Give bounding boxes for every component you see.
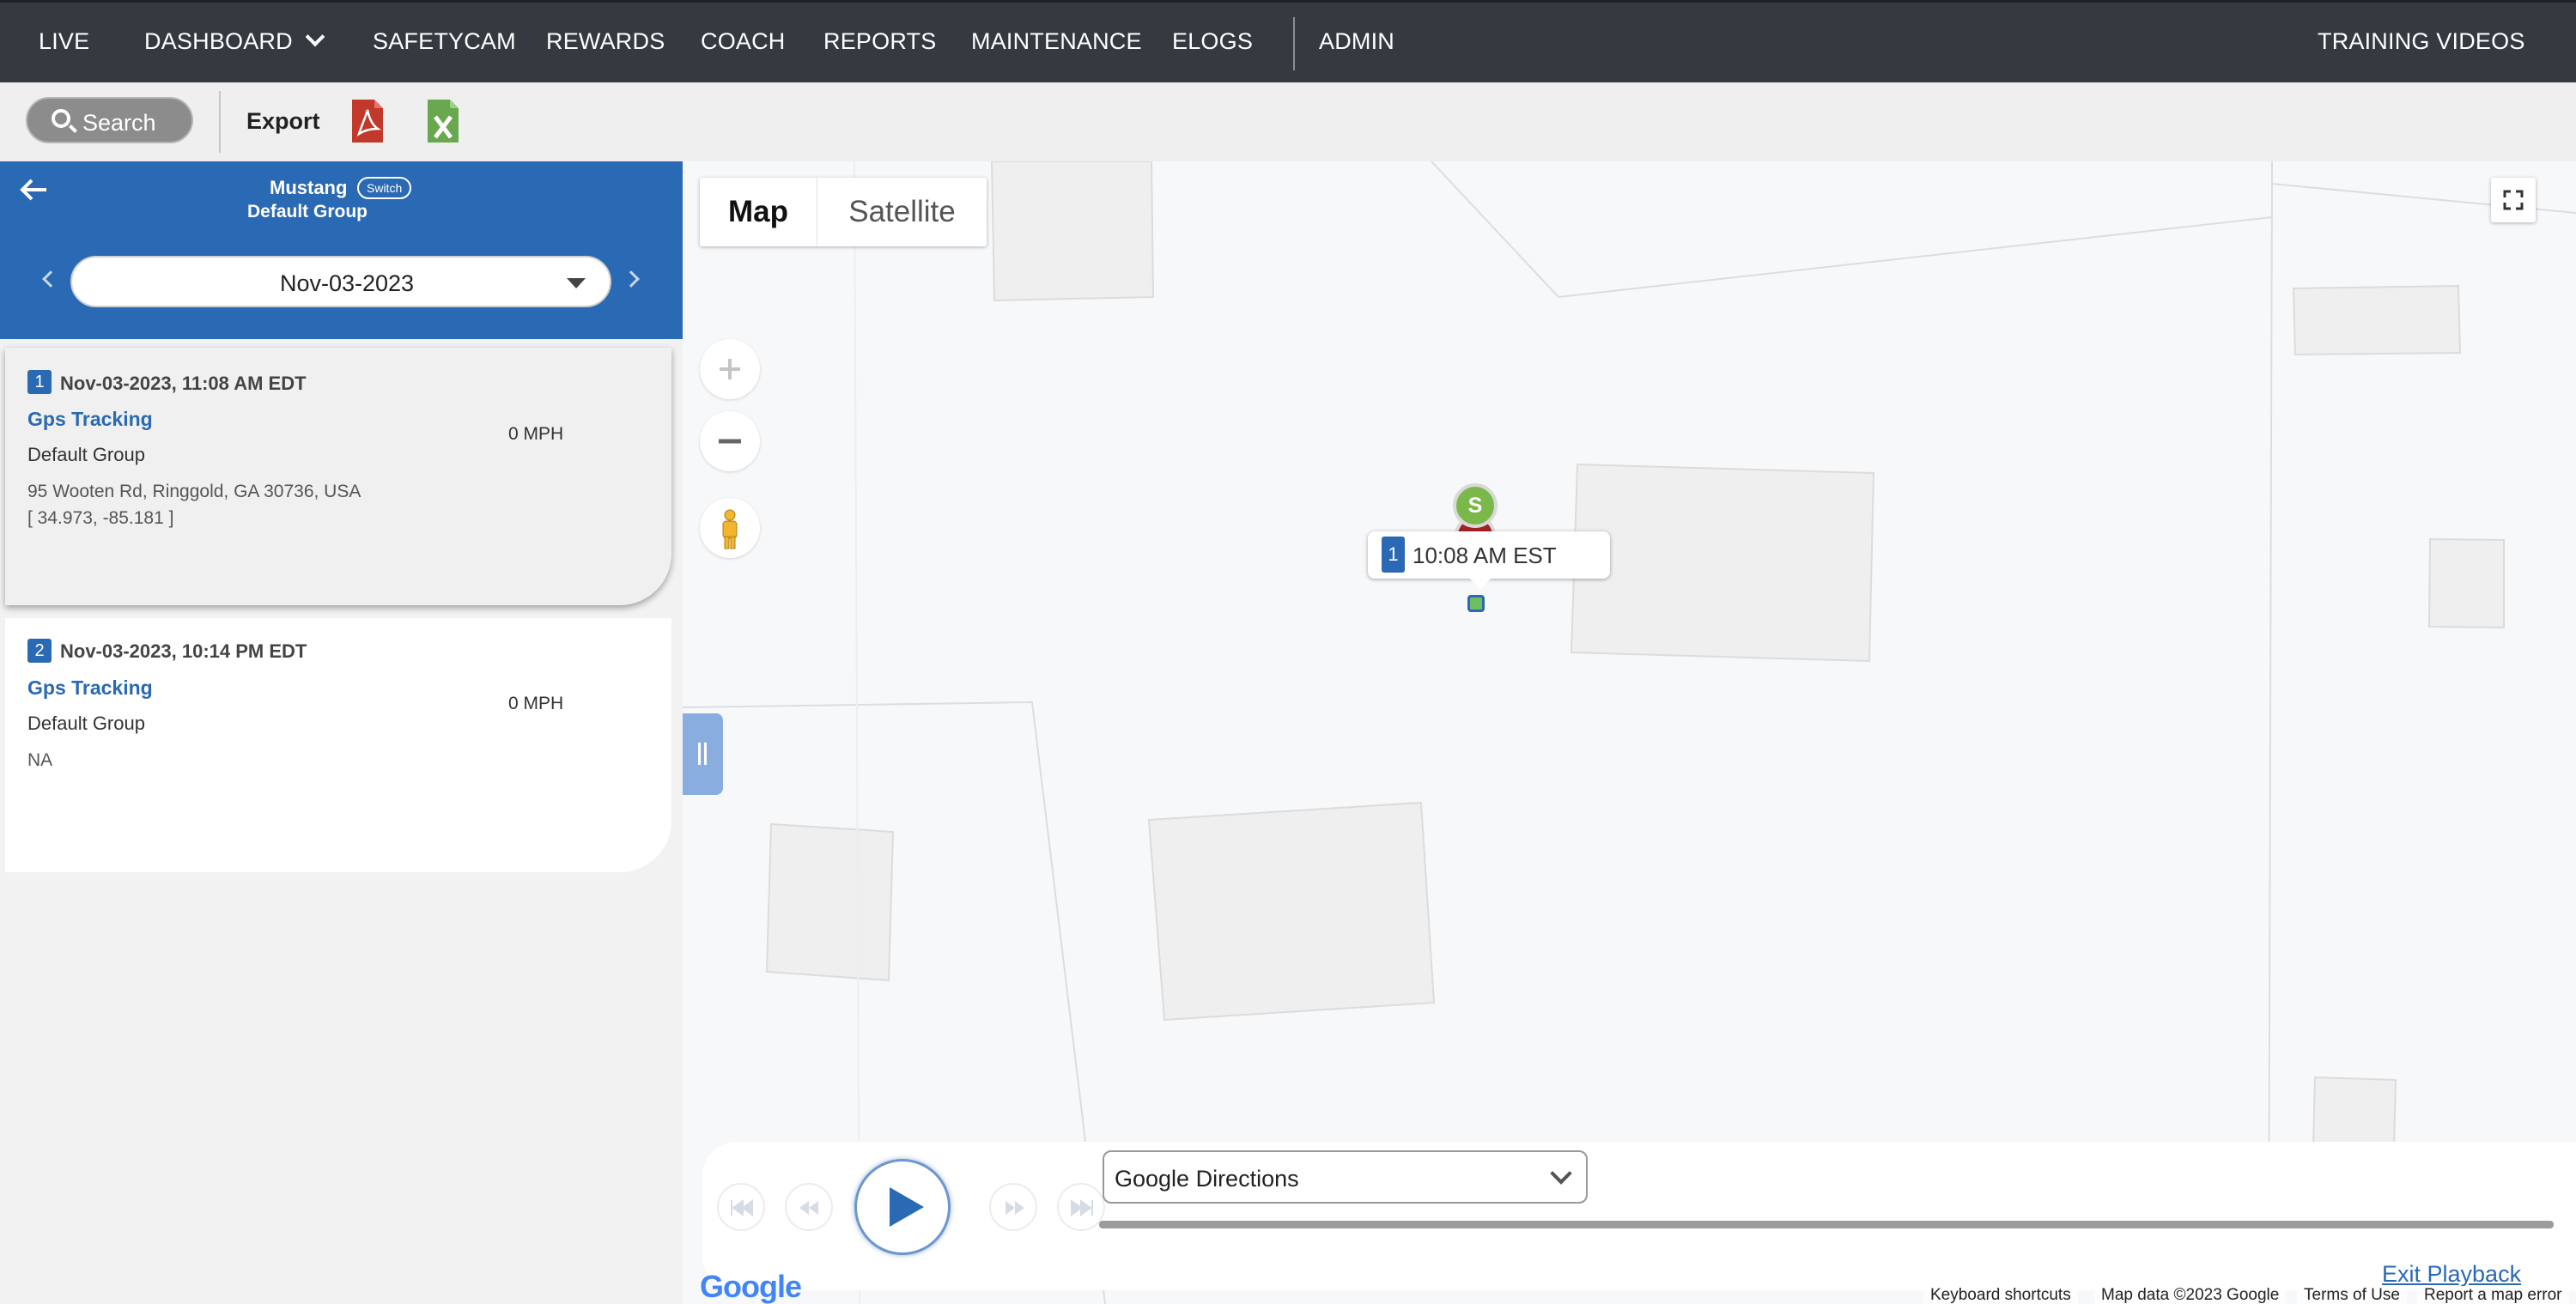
nav-rewards[interactable]: REWARDS: [546, 28, 665, 55]
playback-panel: Google Directions Exit Playback: [702, 1142, 2576, 1290]
event-coordinates: [ 34.973, -85.181 ]: [27, 508, 174, 528]
skip-to-start-button[interactable]: [717, 1183, 765, 1231]
nav-maintenance[interactable]: MAINTENANCE: [971, 28, 1142, 55]
sidebar-collapse-handle[interactable]: [683, 713, 723, 795]
vehicle-header: Mustang Switch Default Group Nov-03-2023: [0, 161, 683, 339]
nav-dashboard[interactable]: DASHBOARD: [144, 27, 325, 55]
map-type-control: Map Satellite: [700, 178, 987, 246]
street-view-button[interactable]: [700, 498, 760, 558]
caret-down-icon: [567, 278, 586, 288]
event-number: 1: [27, 370, 52, 394]
exit-playback-link[interactable]: Exit Playback: [2382, 1261, 2521, 1288]
fullscreen-icon: [2503, 190, 2524, 210]
directions-select[interactable]: Google Directions: [1103, 1150, 1588, 1204]
nav-live[interactable]: LIVE: [39, 28, 89, 55]
event-number: 2: [27, 639, 52, 663]
map-data-attribution: Map data ©2023 Google: [2094, 1286, 2287, 1304]
terms-of-use-link[interactable]: Terms of Use: [2297, 1286, 2407, 1304]
event-card[interactable]: 2 Nov-03-2023, 10:14 PM EDT Gps Tracking…: [5, 618, 671, 872]
skip-end-icon: [1071, 1199, 1093, 1216]
search-button[interactable]: Search: [26, 97, 193, 143]
nav-reports[interactable]: REPORTS: [823, 28, 936, 55]
toolbar-divider: [219, 91, 221, 153]
search-icon: [52, 109, 70, 128]
export-label: Export: [246, 108, 320, 134]
nav-dashboard-label: DASHBOARD: [144, 28, 293, 54]
skip-to-end-button[interactable]: [1057, 1183, 1105, 1231]
start-marker[interactable]: S: [1453, 483, 1498, 528]
next-date-icon[interactable]: [623, 270, 640, 288]
gps-point-marker[interactable]: [1467, 595, 1485, 612]
event-address: NA: [27, 750, 53, 770]
event-group: Default Group: [27, 444, 145, 465]
rewind-button[interactable]: [785, 1183, 833, 1231]
map-tiles: [683, 161, 2576, 1304]
tooltip-number: 1: [1382, 537, 1405, 573]
event-timestamp: Nov-03-2023, 10:14 PM EDT: [60, 640, 307, 662]
nav-elogs[interactable]: ELOGS: [1172, 28, 1253, 55]
vehicle-group: Default Group: [247, 202, 368, 221]
report-map-error-link[interactable]: Report a map error: [2417, 1286, 2569, 1304]
event-card[interactable]: 1 Nov-03-2023, 11:08 AM EDT Gps Tracking…: [5, 348, 671, 605]
nav-divider: [1293, 17, 1295, 70]
zoom-out-button[interactable]: [700, 411, 760, 471]
nav-safetycam[interactable]: SAFETYCAM: [373, 28, 516, 55]
nav-coach[interactable]: COACH: [701, 28, 786, 55]
chevron-down-icon: [1550, 1162, 1572, 1185]
fast-forward-icon: [1005, 1201, 1024, 1215]
pdf-export-icon[interactable]: [350, 98, 385, 144]
vehicle-name: Mustang: [270, 177, 348, 198]
event-address: 95 Wooten Rd, Ringgold, GA 30736, USA: [27, 482, 361, 501]
event-type: Gps Tracking: [27, 408, 153, 430]
marker-tooltip: 1 10:08 AM EST: [1368, 531, 1610, 590]
top-nav: LIVE DASHBOARD SAFETYCAM REWARDS COACH R…: [0, 0, 2576, 82]
nav-admin[interactable]: ADMIN: [1319, 28, 1394, 55]
date-select[interactable]: Nov-03-2023: [70, 256, 611, 307]
date-value: Nov-03-2023: [279, 270, 415, 296]
minus-icon: [719, 439, 741, 444]
directions-select-value: Google Directions: [1115, 1166, 1299, 1192]
toolbar: Search Export: [0, 82, 2576, 161]
event-group: Default Group: [27, 713, 145, 734]
fast-forward-button[interactable]: [989, 1183, 1037, 1231]
nav-training-videos[interactable]: TRAINING VIDEOS: [2318, 28, 2525, 55]
map-view[interactable]: Map Satellite S 1 10:08 AM EST Google Di…: [683, 161, 2576, 1304]
zoom-in-button[interactable]: [700, 339, 760, 399]
event-timestamp: Nov-03-2023, 11:08 AM EDT: [60, 373, 307, 394]
search-button-label: Search: [82, 110, 156, 136]
play-icon: [890, 1187, 924, 1227]
plus-icon: [720, 359, 740, 379]
event-type: Gps Tracking: [27, 676, 153, 699]
chevron-down-icon: [305, 27, 325, 47]
event-speed: 0 MPH: [508, 424, 564, 444]
play-button[interactable]: [854, 1159, 951, 1255]
trip-sidebar: Mustang Switch Default Group Nov-03-2023…: [0, 161, 683, 1304]
skip-start-icon: [731, 1199, 753, 1216]
event-speed: 0 MPH: [508, 694, 564, 713]
back-arrow-icon[interactable]: [19, 177, 48, 203]
fullscreen-button[interactable]: [2491, 178, 2536, 222]
pegman-icon: [722, 509, 738, 549]
playback-timeline[interactable]: [1099, 1221, 2554, 1228]
excel-export-icon[interactable]: [426, 98, 460, 144]
google-logo: Google: [700, 1269, 802, 1304]
tooltip-time: 10:08 AM EST: [1413, 543, 1557, 568]
map-type-map-button[interactable]: Map: [700, 178, 817, 246]
switch-vehicle-button[interactable]: Switch: [357, 177, 412, 199]
rewind-icon: [799, 1201, 818, 1215]
previous-date-icon[interactable]: [42, 270, 59, 288]
map-type-satellite-button[interactable]: Satellite: [817, 178, 987, 246]
keyboard-shortcuts-link[interactable]: Keyboard shortcuts: [1923, 1286, 2078, 1304]
